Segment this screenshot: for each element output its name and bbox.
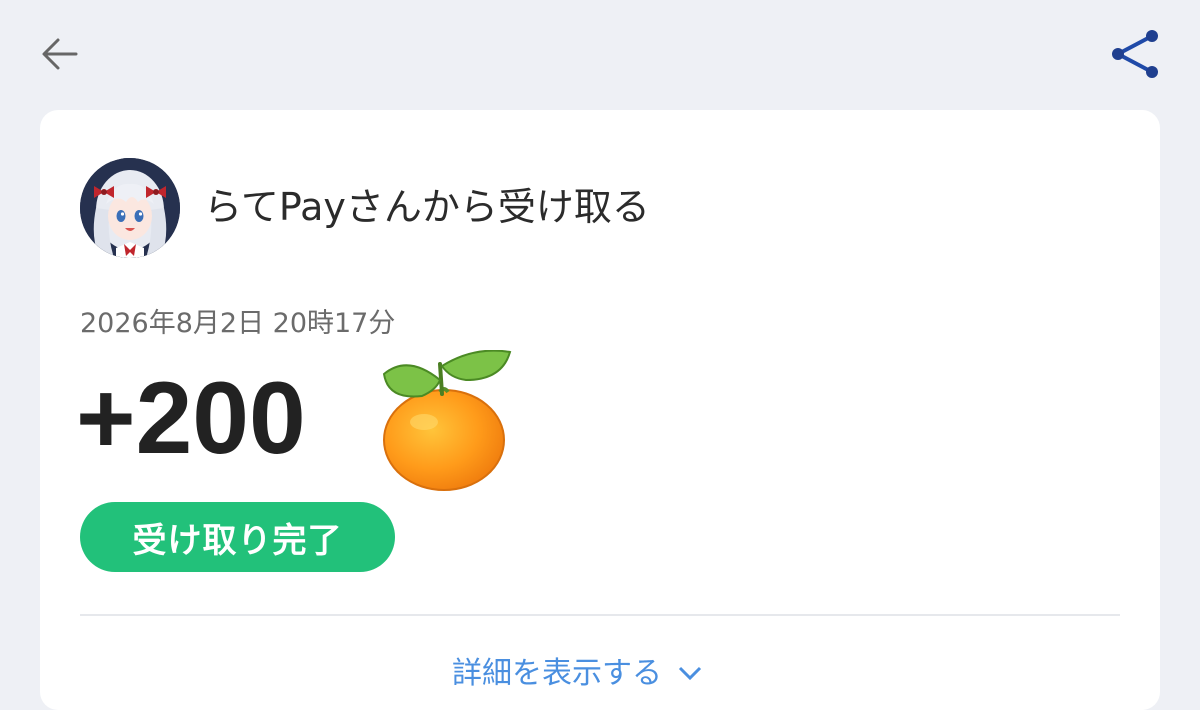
avatar: [80, 158, 180, 258]
back-button[interactable]: [36, 32, 84, 80]
chevron-down-icon: [678, 666, 702, 681]
share-icon: [1112, 30, 1158, 78]
divider: [80, 614, 1120, 616]
amount-value: +200: [76, 361, 306, 475]
sender-title: らてPayさんから受け取る: [204, 185, 650, 229]
arrow-left-icon: [42, 38, 78, 70]
transaction-timestamp: 2026年8月2日 20時17分: [80, 308, 396, 339]
show-details-link[interactable]: 詳細を表示する: [452, 652, 704, 696]
share-button[interactable]: [1106, 26, 1166, 86]
status-badge: 受け取り完了: [80, 502, 395, 572]
top-bar: [0, 0, 1200, 110]
tangerine-icon: [382, 350, 512, 491]
transaction-card: らてPayさんから受け取る 2026年8月2日 20時17分 +200 受け取り…: [40, 110, 1160, 710]
show-details-label: 詳細を表示する: [452, 656, 662, 691]
anime-character-avatar-icon: [80, 158, 180, 258]
